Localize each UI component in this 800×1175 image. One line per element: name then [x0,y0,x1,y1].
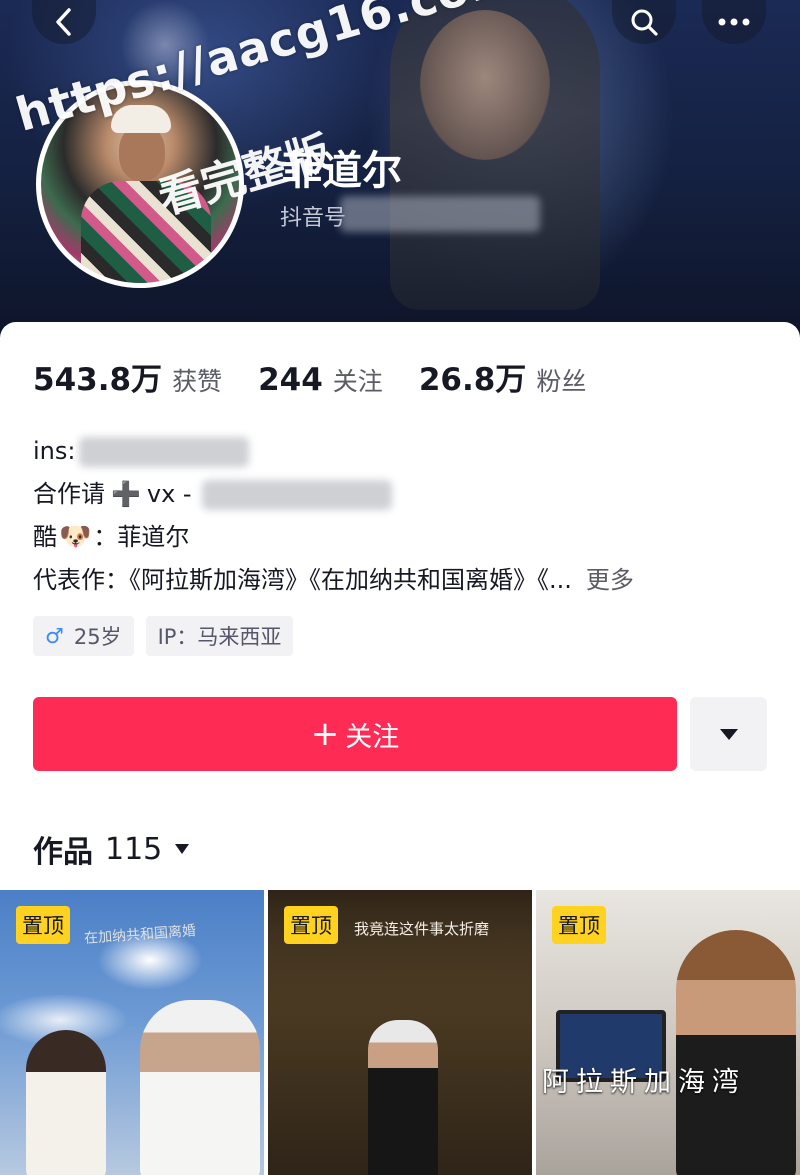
video-tile[interactable]: 在加纳共和国离婚 置顶 [0,890,264,1175]
pinned-badge: 置顶 [284,906,338,944]
bio-representative-works: 代表作：《阿拉斯加海湾》《在加纳共和国离婚》《... [33,566,572,594]
dog-emoji-icon: 🐶 [59,522,92,552]
video-tile[interactable]: 阿拉斯加海湾 置顶 [536,890,800,1175]
video-figure [26,1030,106,1175]
profile-tags: ♂ 25岁 IP：马来西亚 [33,616,305,656]
bio-cool-label: 酷 [33,523,57,551]
douyin-id-redacted [340,196,540,232]
stat-following-label: 关注 [332,367,383,396]
bio-ins-label: ins: [33,437,76,465]
stat-followers-label: 粉丝 [536,367,587,396]
video-grid: 在加纳共和国离婚 置顶 我竟连这件事太折磨 置顶 阿拉斯加海湾 置顶 [0,890,800,1175]
video-caption: 阿拉斯加海湾 [542,1067,746,1098]
video-figure [140,1000,260,1175]
stat-following-value: 244 [258,362,323,398]
works-tab[interactable]: 作品 115 [33,827,190,871]
redacted-blur [79,436,250,467]
video-tile[interactable]: 我竟连这件事太折磨 置顶 [268,890,532,1175]
bio-line-ins: ins: [33,430,773,473]
pinned-badge: 置顶 [552,906,606,944]
stat-followers[interactable]: 26.8万 粉丝 [419,354,587,399]
more-options-button[interactable] [702,0,766,44]
video-caption: 我竟连这件事太折磨 [354,920,490,938]
tag-age-text: 25岁 [73,625,122,649]
bio-cool-name: ：菲道尔 [93,523,190,551]
douyin-id-label: 抖音号 [280,206,347,231]
stat-followers-value: 26.8万 [418,362,527,398]
stat-likes-label: 获赞 [172,367,223,396]
tag-age: ♂ 25岁 [33,616,134,656]
banner-singer-face [420,10,550,160]
back-button[interactable] [32,0,96,44]
more-dots-icon [718,18,750,26]
video-figure [676,930,796,1175]
search-icon [631,9,658,36]
profile-banner: 菲道尔 抖音号 https://aacg16.com 看完整版 [0,0,800,345]
plus-emoji-icon: ➕ [111,480,141,508]
recommend-dropdown-button[interactable] [690,697,767,771]
tag-ip-text: IP：马来西亚 [157,625,282,649]
video-figure [368,1020,438,1175]
chevron-left-icon [56,8,71,36]
stats-row: 543.8万 获赞 244 关注 26.8万 粉丝 [33,354,622,399]
bio-contact-label: 合作请 [33,480,105,508]
works-label: 作品 [33,835,93,870]
bio-contact-vx: vx - [146,480,192,508]
stat-following[interactable]: 244 关注 [258,362,383,398]
bio-line-cool: 酷 🐶 ：菲道尔 [33,516,773,559]
bio-more-link[interactable]: 更多 [586,559,634,602]
male-icon: ♂ [45,624,64,648]
tag-ip: IP：马来西亚 [145,616,294,656]
stat-likes[interactable]: 543.8万 获赞 [33,354,222,399]
caret-down-icon [175,844,190,854]
redacted-blur [201,479,392,510]
search-button[interactable] [612,0,676,44]
plus-icon: + [310,714,340,754]
video-caption: 在加纳共和国离婚 [83,923,197,947]
pinned-badge: 置顶 [16,906,70,944]
follow-button-label: 关注 [345,721,400,753]
bio: ins: 合作请 ➕ vx - 酷 🐶 ：菲道尔 代表作：《阿拉斯加海湾》《在加… [33,430,773,602]
bio-line-contact: 合作请 ➕ vx - [33,473,773,516]
stat-likes-value: 543.8万 [33,362,163,398]
caret-down-icon [719,729,738,740]
works-count: 115 [105,831,163,867]
bio-line-works: 代表作：《阿拉斯加海湾》《在加纳共和国离婚》《... 更多 [33,559,773,602]
follow-button[interactable]: + 关注 [33,697,677,771]
